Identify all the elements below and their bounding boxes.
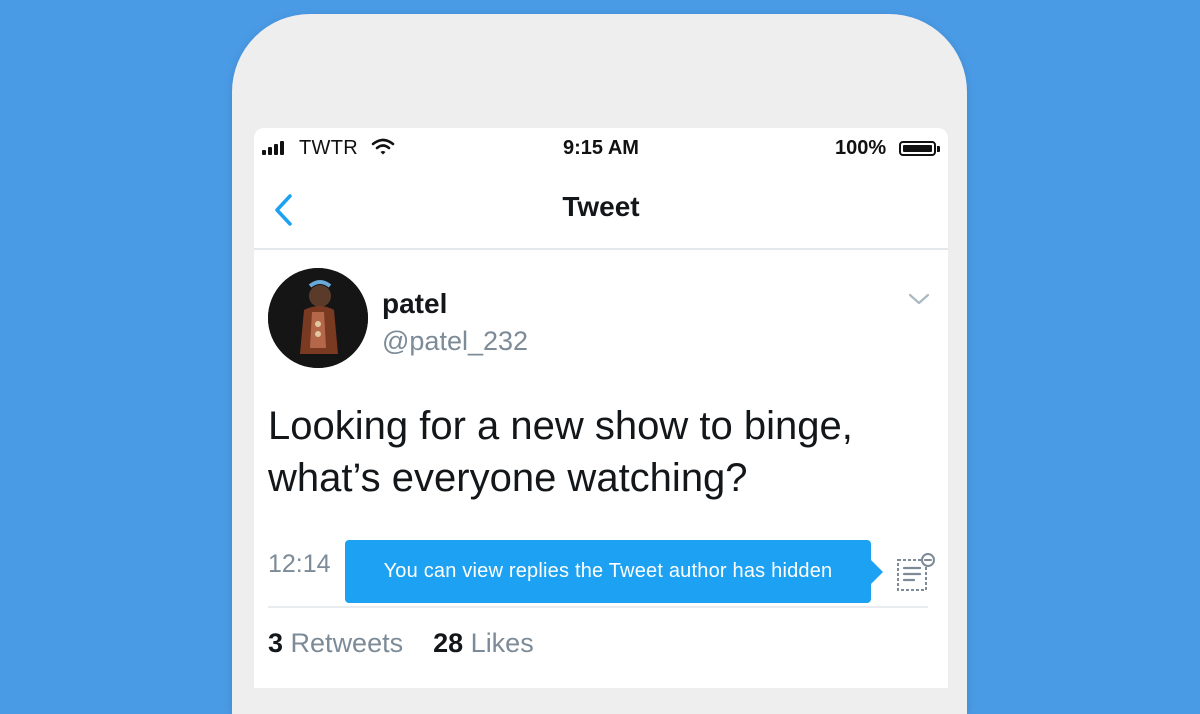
page-title: Tweet — [562, 191, 640, 222]
battery-percentage: 100% — [835, 137, 887, 159]
tweet-stats: 3 Retweets 28 Likes — [268, 628, 534, 659]
status-bar: TWTR 9:15 AM 100% — [254, 128, 948, 170]
avatar-image — [268, 268, 368, 368]
retweets-stat[interactable]: 3 Retweets — [268, 628, 403, 659]
hidden-replies-icon[interactable] — [894, 550, 938, 594]
tweet-timestamp: 12:14 — [268, 550, 331, 578]
hidden-replies-tooltip: You can view replies the Tweet author ha… — [345, 540, 883, 603]
likes-label: Likes — [470, 628, 534, 658]
divider — [268, 606, 928, 608]
avatar[interactable] — [268, 268, 368, 368]
author-name[interactable]: patel — [382, 288, 447, 320]
retweets-count: 3 — [268, 628, 284, 658]
retweets-label: Retweets — [290, 628, 404, 658]
battery-tip — [937, 146, 940, 152]
author-handle[interactable]: @patel_232 — [382, 326, 528, 357]
battery-icon — [899, 141, 936, 156]
phone-screen: TWTR 9:15 AM 100% Tweet patel @patel_232 — [254, 128, 948, 688]
tweet-text: Looking for a new show to binge, what’s … — [268, 404, 853, 500]
likes-stat[interactable]: 28 Likes — [433, 628, 534, 659]
chevron-down-icon[interactable] — [908, 292, 930, 306]
nav-bar: Tweet — [254, 170, 948, 250]
likes-count: 28 — [433, 628, 464, 658]
